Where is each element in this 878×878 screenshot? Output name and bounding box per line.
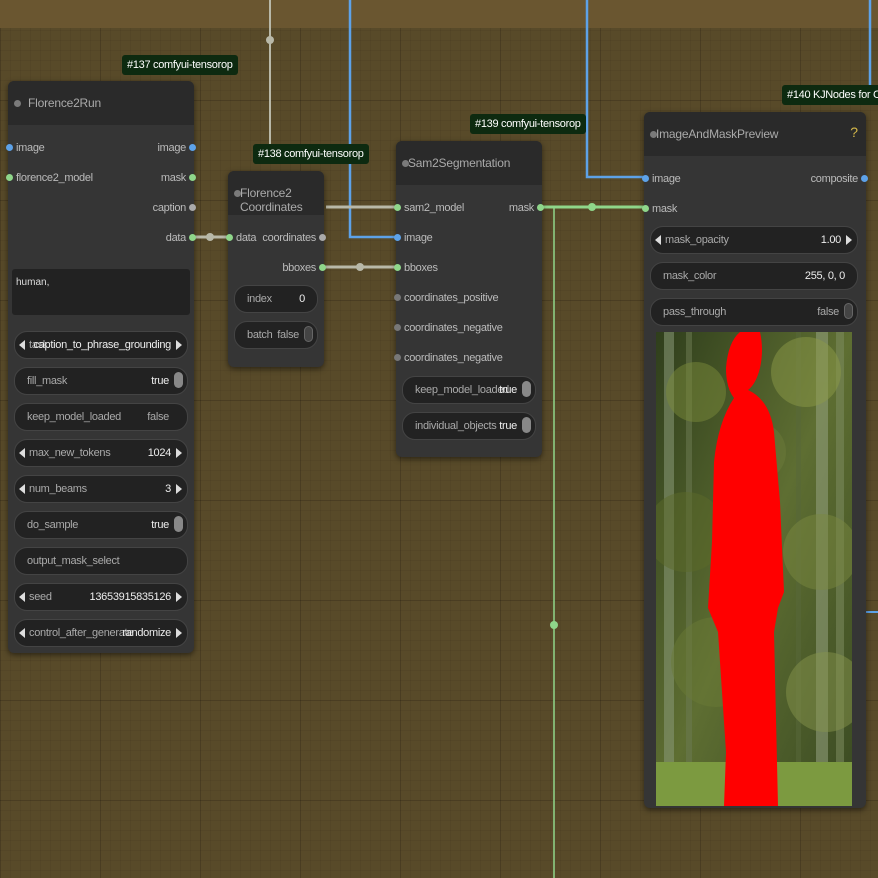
node-header[interactable]: Florence2Run (8, 81, 194, 125)
widget-fill-mask[interactable]: fill_mask true (14, 367, 188, 395)
node-badge-137: #137 comfyui-tensorop (122, 55, 238, 75)
node-image-and-mask-preview[interactable]: ImageAndMaskPreview ? image mask composi… (642, 112, 868, 808)
output-bboxes[interactable]: bboxes (282, 262, 326, 274)
node-header[interactable]: Sam2Segmentation (396, 141, 542, 185)
input-coordinates-negative[interactable]: coordinates_negative (394, 322, 503, 334)
output-mask[interactable]: mask (161, 172, 196, 184)
input-image[interactable]: image (6, 142, 45, 154)
widget-num-beams[interactable]: num_beams 3 (14, 475, 188, 503)
output-image[interactable]: image (158, 142, 196, 154)
input-mask[interactable]: mask (642, 203, 677, 215)
wire-blue-image-preview (585, 0, 645, 179)
node-header[interactable]: Florence2 Coordinates (228, 171, 324, 215)
widget-index[interactable]: index 0 (234, 285, 318, 313)
wire-blue-image-sam (348, 0, 398, 239)
input-coordinates-positive[interactable]: coordinates_positive (394, 292, 499, 304)
node-florence2run[interactable]: Florence2Run image florence2_model image… (6, 81, 196, 653)
output-data[interactable]: data (166, 232, 196, 244)
prompt-textarea[interactable]: human, (12, 269, 190, 315)
node-badge-140: #140 KJNodes for ComfyUI (782, 85, 878, 105)
help-icon[interactable]: ? (850, 124, 858, 140)
widget-batch[interactable]: batch false (234, 321, 318, 349)
preview-image (656, 332, 852, 806)
node-title: Florence2 Coordinates (240, 186, 303, 214)
input-coordinates-negative-2[interactable]: coordinates_negative (394, 352, 503, 364)
input-data[interactable]: data (226, 232, 257, 244)
node-sam2-segmentation[interactable]: Sam2Segmentation sam2_model image bboxes… (394, 141, 544, 457)
node-title: Florence2Run (28, 96, 101, 110)
widget-control-after-generate[interactable]: control_after_generate randomize (14, 619, 188, 647)
node-title: Sam2Segmentation (408, 156, 511, 170)
input-image[interactable]: image (394, 232, 433, 244)
widget-pass-through[interactable]: pass_through false (650, 298, 858, 326)
node-header[interactable]: ImageAndMaskPreview ? (644, 112, 866, 156)
input-image[interactable]: image (642, 173, 681, 185)
output-composite[interactable]: composite (811, 173, 868, 185)
input-sam2-model[interactable]: sam2_model (394, 202, 464, 214)
output-mask[interactable]: mask (509, 202, 544, 214)
input-florence2-model[interactable]: florence2_model (6, 172, 93, 184)
node-florence2-coordinates[interactable]: Florence2 Coordinates data coordinates b… (226, 171, 326, 367)
node-badge-139: #139 comfyui-tensorop (470, 114, 586, 134)
output-coordinates[interactable]: coordinates (262, 232, 326, 244)
preview-render (656, 332, 852, 806)
widget-task[interactable]: task caption_to_phrase_grounding (14, 331, 188, 359)
widget-keep-model-loaded[interactable]: keep_model_loaded true (402, 376, 536, 404)
node-badge-138: #138 comfyui-tensorop (253, 144, 369, 164)
widget-mask-color[interactable]: mask_color 255, 0, 0 (650, 262, 858, 290)
widget-keep-model-loaded[interactable]: keep_model_loaded false (14, 403, 188, 431)
widget-do-sample[interactable]: do_sample true (14, 511, 188, 539)
widget-seed[interactable]: seed 1365391583512​6 (14, 583, 188, 611)
widget-output-mask-select[interactable]: output_mask_select (14, 547, 188, 575)
widget-individual-objects[interactable]: individual_objects true (402, 412, 536, 440)
widget-max-new-tokens[interactable]: max_new_tokens 1024 (14, 439, 188, 467)
collapse-dot[interactable] (14, 100, 21, 107)
widget-mask-opacity[interactable]: mask_opacity 1.00 (650, 226, 858, 254)
input-bboxes[interactable]: bboxes (394, 262, 438, 274)
output-caption[interactable]: caption (153, 202, 196, 214)
node-title: ImageAndMaskPreview (656, 127, 779, 141)
